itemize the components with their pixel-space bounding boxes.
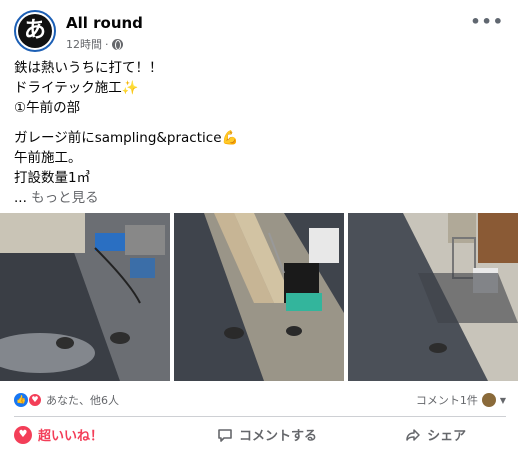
post-text-line: ドライテック施工✨	[14, 80, 139, 96]
reaction-summary[interactable]: 👍 ♥ あなた、他6人	[14, 392, 119, 408]
page-name[interactable]: All round	[66, 14, 143, 32]
comment-label: コメントする	[239, 429, 318, 444]
post-text-line: 打設数量1㎥	[14, 170, 91, 186]
globe-icon	[111, 38, 123, 50]
comments-info[interactable]: コメント1件 ▼	[416, 392, 506, 408]
reaction-count-text: あなた、他6人	[46, 394, 119, 407]
share-button[interactable]: シェア	[351, 420, 520, 449]
like-reaction-icon: 👍	[14, 393, 28, 407]
post-text-line: 午前施工。	[14, 150, 82, 166]
meta-separator: ·	[105, 37, 109, 51]
love-button[interactable]: ♥ 超いいね！	[0, 420, 183, 449]
post-meta: 12時間 ·	[66, 36, 123, 52]
photo-grid	[0, 213, 520, 381]
post-text-line: ガレージ前にsampling&practice💪	[14, 130, 239, 146]
post-text-line: 鉄は熱いうちに打て！！	[14, 60, 163, 76]
comment-icon	[218, 428, 232, 442]
love-label: 超いいね！	[38, 429, 104, 444]
comment-button[interactable]: コメントする	[183, 420, 352, 449]
share-label: シェア	[427, 429, 467, 444]
chevron-down-icon[interactable]: ▼	[500, 396, 506, 405]
avatar[interactable]: あ	[14, 10, 56, 52]
ellipsis: ...	[14, 190, 32, 206]
divider	[14, 416, 506, 417]
more-options-icon[interactable]: •••	[470, 12, 504, 31]
share-icon	[406, 428, 420, 441]
see-more-link[interactable]: もっと見る	[31, 190, 99, 206]
photo-3[interactable]	[348, 213, 518, 381]
comment-count[interactable]: コメント1件	[416, 392, 478, 408]
love-reaction-icon: ♥	[28, 393, 42, 407]
see-more-line: ... もっと見る	[14, 188, 494, 208]
post-actions: ♥ 超いいね！ コメントする シェア	[0, 420, 520, 449]
post-text: 鉄は熱いうちに打て！！ ドライテック施工✨ ①午前の部 ガレージ前にsampli…	[14, 58, 494, 208]
post-text-line: ①午前の部	[14, 100, 81, 116]
facebook-post: あ All round 12時間 · ••• 鉄は熱いうちに打て！！ ドライテッ…	[0, 0, 520, 449]
heart-icon: ♥	[14, 425, 32, 444]
post-time[interactable]: 12時間	[66, 36, 102, 52]
photo-1[interactable]	[0, 213, 170, 381]
photo-2[interactable]	[174, 213, 344, 381]
avatar-logo: あ	[18, 14, 52, 48]
viewer-avatar	[481, 393, 496, 407]
